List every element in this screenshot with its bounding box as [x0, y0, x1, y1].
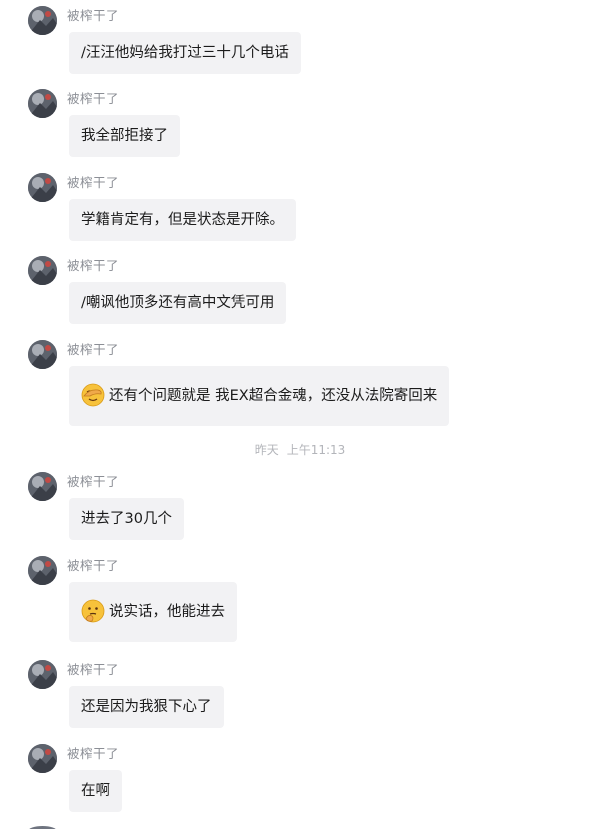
- timestamp-time: 上午11:13: [286, 443, 346, 457]
- message-bubble[interactable]: /嘲讽他顶多还有高中文凭可用: [69, 282, 287, 324]
- message-text: /汪汪他妈给我打过三十几个电话: [81, 45, 289, 61]
- avatar-image: [28, 660, 57, 689]
- sender-avatar[interactable]: [28, 556, 57, 585]
- avatar-image: [28, 6, 57, 35]
- sender-avatar[interactable]: [28, 173, 57, 202]
- message-text: 我全部拒接了: [81, 128, 168, 144]
- message-text: 说实话，他能进去: [109, 604, 225, 620]
- avatar-image: [28, 556, 57, 585]
- sender-name: 被榨干了: [67, 258, 120, 273]
- sender-avatar[interactable]: [28, 340, 57, 369]
- message-bubble[interactable]: 还是因为我狠下心了: [69, 686, 224, 728]
- sender-name: 被榨干了: [67, 662, 120, 677]
- message-bubble[interactable]: 说实话，他能进去: [69, 582, 237, 642]
- message-text: /嘲讽他顶多还有高中文凭可用: [81, 295, 275, 311]
- avatar-image: [28, 744, 57, 773]
- sender-name: 被榨干了: [67, 91, 120, 106]
- sender-avatar[interactable]: [28, 256, 57, 285]
- avatar-image: [28, 340, 57, 369]
- avatar-image: [28, 89, 57, 118]
- message-bubble[interactable]: /汪汪他妈给我打过三十几个电话: [69, 32, 301, 74]
- sender-avatar[interactable]: [28, 744, 57, 773]
- message-bubble[interactable]: 学籍肯定有，但是状态是开除。: [69, 199, 296, 241]
- sender-avatar[interactable]: [28, 89, 57, 118]
- message-bubble[interactable]: 在啊: [69, 770, 122, 812]
- sender-name: 被榨干了: [67, 8, 120, 23]
- sender-name: 被榨干了: [67, 474, 120, 489]
- sender-avatar[interactable]: [28, 6, 57, 35]
- message-text: 还有个问题就是 我EX超合金魂，还没从法院寄回来: [109, 388, 438, 404]
- message-bubble[interactable]: 还有个问题就是 我EX超合金魂，还没从法院寄回来: [69, 366, 450, 426]
- avatar-image: [28, 256, 57, 285]
- avatar-image: [28, 472, 57, 501]
- avatar-image: [28, 173, 57, 202]
- message-text: 还是因为我狠下心了: [81, 699, 212, 715]
- sender-name: 被榨干了: [67, 746, 120, 761]
- sender-avatar[interactable]: [28, 472, 57, 501]
- sender-name: 被榨干了: [67, 175, 120, 190]
- sender-avatar[interactable]: [28, 660, 57, 689]
- message-text: 进去了30几个: [81, 511, 172, 527]
- chat-thread: 被榨干了 /汪汪他妈给我打过三十几个电话 被榨干了 我全部拒接了 被榨干了 学籍…: [0, 0, 600, 829]
- sender-name: 被榨干了: [67, 342, 120, 357]
- message-bubble[interactable]: 进去了30几个: [69, 498, 184, 540]
- timestamp-divider: 昨天 上午11:13: [0, 442, 600, 458]
- facepalm-emoji-icon: [81, 383, 105, 407]
- thinking-emoji-icon: [81, 599, 105, 623]
- sender-name: 被榨干了: [67, 558, 120, 573]
- message-text: 在啊: [81, 783, 110, 799]
- timestamp-day: 昨天: [254, 443, 279, 457]
- message-bubble[interactable]: 我全部拒接了: [69, 115, 180, 157]
- message-text: 学籍肯定有，但是状态是开除。: [81, 212, 284, 228]
